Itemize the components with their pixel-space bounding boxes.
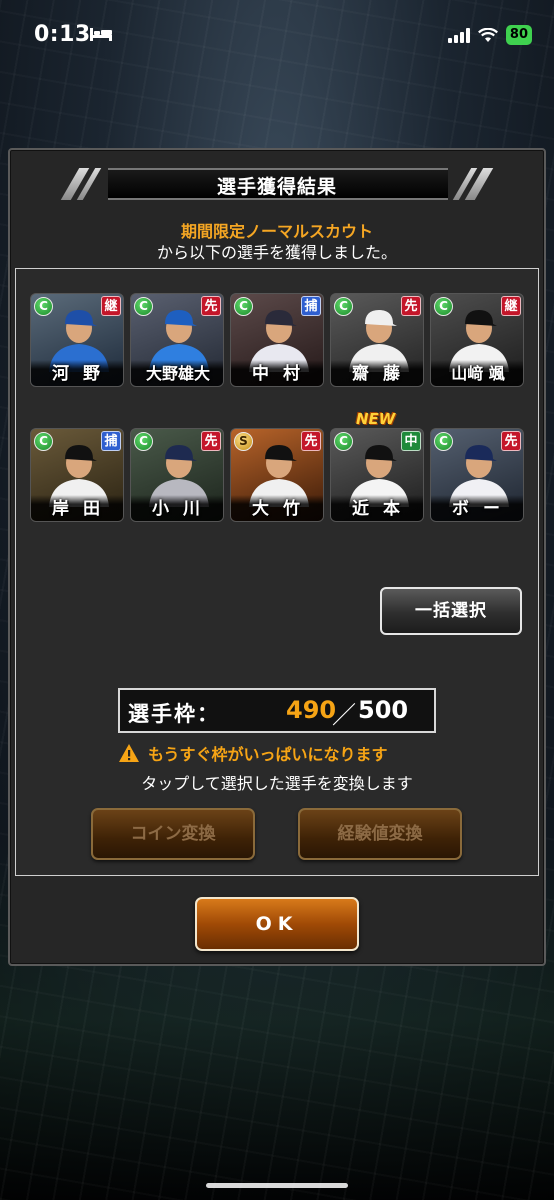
rank-badge-icon: C (334, 297, 353, 316)
player-card[interactable]: C 継山﨑 颯 (430, 293, 524, 387)
player-card[interactable]: C 先大野雄大 (130, 293, 224, 387)
rank-badge-icon: C (334, 432, 353, 451)
player-card[interactable]: C 捕中 村 (230, 293, 324, 387)
position-badge: 捕 (301, 296, 321, 316)
position-badge: 中 (401, 431, 421, 451)
rank-badge-icon: C (234, 297, 253, 316)
status-time: 0:13 (34, 22, 91, 47)
slots-current: 490 (286, 696, 337, 724)
slots-label: 選手枠： (128, 702, 220, 726)
slots-max: 500 (358, 696, 409, 724)
slots-warning: もうすぐ枠がいっぱいになります (118, 742, 388, 764)
player-card[interactable]: C 先小 川 (130, 428, 224, 522)
battery-icon: 80 (505, 25, 532, 45)
player-card[interactable]: C 先ボ ー (430, 428, 524, 522)
rank-badge-icon: C (134, 432, 153, 451)
player-card[interactable]: C 捕岸 田 (30, 428, 124, 522)
player-name: ボ ー (431, 495, 523, 521)
player-card[interactable]: S 先大 竹 (230, 428, 324, 522)
new-badge: NEW (356, 410, 396, 428)
player-slots-counter: 選手枠： 490 ／ 500 (118, 688, 436, 733)
rank-badge-icon: C (434, 432, 453, 451)
cellular-signal-icon (447, 27, 470, 43)
player-card[interactable]: C 先齋 藤 (330, 293, 424, 387)
rank-badge-icon: C (34, 297, 53, 316)
player-name: 近 本 (331, 495, 423, 521)
player-name: 大 竹 (231, 495, 323, 521)
ok-button[interactable]: OK (195, 897, 359, 951)
status-bar: 0:13 80 (0, 0, 554, 70)
player-name: 山﨑 颯 (431, 360, 523, 386)
player-name: 中 村 (231, 360, 323, 386)
position-badge: 捕 (101, 431, 121, 451)
position-badge: 継 (101, 296, 121, 316)
dialog-title: 選手獲得結果 (216, 176, 337, 198)
player-card[interactable]: C 継河 野 (30, 293, 124, 387)
home-indicator (206, 1183, 348, 1188)
position-badge: 先 (201, 296, 221, 316)
player-name: 河 野 (31, 360, 123, 386)
player-name: 小 川 (131, 495, 223, 521)
rank-badge-icon: C (134, 297, 153, 316)
player-name: 岸 田 (31, 495, 123, 521)
acquisition-result-dialog: 選手獲得結果 期間限定ノーマルスカウト から以下の選手を獲得しました。 (8, 148, 546, 966)
coin-convert-button[interactable]: コイン変換 (91, 808, 255, 860)
player-card[interactable]: C 中近 本 (330, 428, 424, 522)
dialog-title-bar: 選手獲得結果 (10, 168, 544, 200)
position-badge: 継 (501, 296, 521, 316)
position-badge: 先 (501, 431, 521, 451)
exp-convert-button[interactable]: 経験値変換 (298, 808, 462, 860)
result-message: から以下の選手を獲得しました。 (156, 243, 397, 262)
player-name: 齋 藤 (331, 360, 423, 386)
player-name: 大野雄大 (131, 360, 223, 386)
position-badge: 先 (401, 296, 421, 316)
sleep-focus-icon (90, 28, 112, 41)
rank-badge-icon: C (34, 432, 53, 451)
slots-separator: ／ (332, 701, 356, 729)
rank-badge-icon: S (234, 432, 253, 451)
warning-text: もうすぐ枠がいっぱいになります (148, 745, 388, 764)
warning-icon (119, 744, 139, 762)
convert-instruction: タップして選択した選手を変換します (141, 774, 413, 793)
wifi-icon (477, 27, 498, 42)
position-badge: 先 (301, 431, 321, 451)
bulk-select-button[interactable]: 一括選択 (380, 587, 522, 635)
position-badge: 先 (201, 431, 221, 451)
rank-badge-icon: C (434, 297, 453, 316)
